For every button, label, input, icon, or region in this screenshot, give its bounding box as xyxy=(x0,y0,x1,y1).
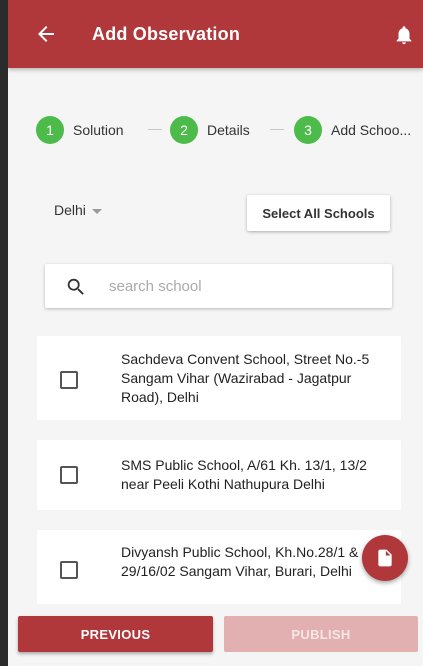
school-name: SMS Public School, A/61 Kh. 13/1, 13/2 n… xyxy=(121,457,367,492)
page-title: Add Observation xyxy=(92,24,241,44)
app-bar: Add Observation xyxy=(8,0,423,68)
search-icon xyxy=(67,278,84,295)
school-name: Sachdeva Convent School, Street No.-5 Sa… xyxy=(121,351,370,405)
step-details[interactable]: 2 Details xyxy=(170,116,250,144)
step-number: 1 xyxy=(36,116,64,144)
school-checkbox[interactable] xyxy=(60,466,78,484)
school-checkbox[interactable] xyxy=(60,371,78,389)
arrow-left-icon[interactable] xyxy=(34,22,58,46)
school-checkbox[interactable] xyxy=(60,561,78,579)
school-list-item[interactable]: Sachdeva Convent School, Street No.-5 Sa… xyxy=(37,336,401,420)
document-fab-button[interactable] xyxy=(362,535,408,581)
bell-icon[interactable] xyxy=(393,24,415,46)
step-number: 2 xyxy=(170,116,198,144)
step-number: 3 xyxy=(294,116,322,144)
previous-button[interactable]: PREVIOUS xyxy=(18,616,213,652)
step-solution[interactable]: 1 Solution xyxy=(36,116,124,144)
school-name: Divyansh Public School, Kh.No.28/1 & 29/… xyxy=(121,544,359,579)
search-input[interactable] xyxy=(109,274,379,298)
school-list-item[interactable]: SMS Public School, A/61 Kh. 13/1, 13/2 n… xyxy=(37,440,401,510)
state-selected-value: Delhi xyxy=(54,202,86,218)
select-all-schools-button[interactable]: Select All Schools xyxy=(247,195,390,231)
step-label: Solution xyxy=(73,122,124,138)
caret-down-icon xyxy=(91,208,102,214)
document-icon xyxy=(378,549,392,567)
publish-button[interactable]: PUBLISH xyxy=(224,616,418,652)
screen: Add Observation 1 Solution 2 Details 3 A… xyxy=(8,0,423,666)
step-add-schools[interactable]: 3 Add Schoo... xyxy=(294,116,411,144)
state-dropdown[interactable]: Delhi xyxy=(54,202,102,218)
step-connector xyxy=(148,129,162,130)
step-label: Add Schoo... xyxy=(331,122,412,138)
search-box xyxy=(45,264,392,308)
school-list-item[interactable]: Divyansh Public School, Kh.No.28/1 & 29/… xyxy=(37,530,401,610)
stepper: 1 Solution 2 Details 3 Add Schoo... xyxy=(36,116,411,144)
footer-actions: PREVIOUS PUBLISH xyxy=(8,604,423,666)
step-label: Details xyxy=(207,122,250,138)
step-connector xyxy=(270,129,284,130)
